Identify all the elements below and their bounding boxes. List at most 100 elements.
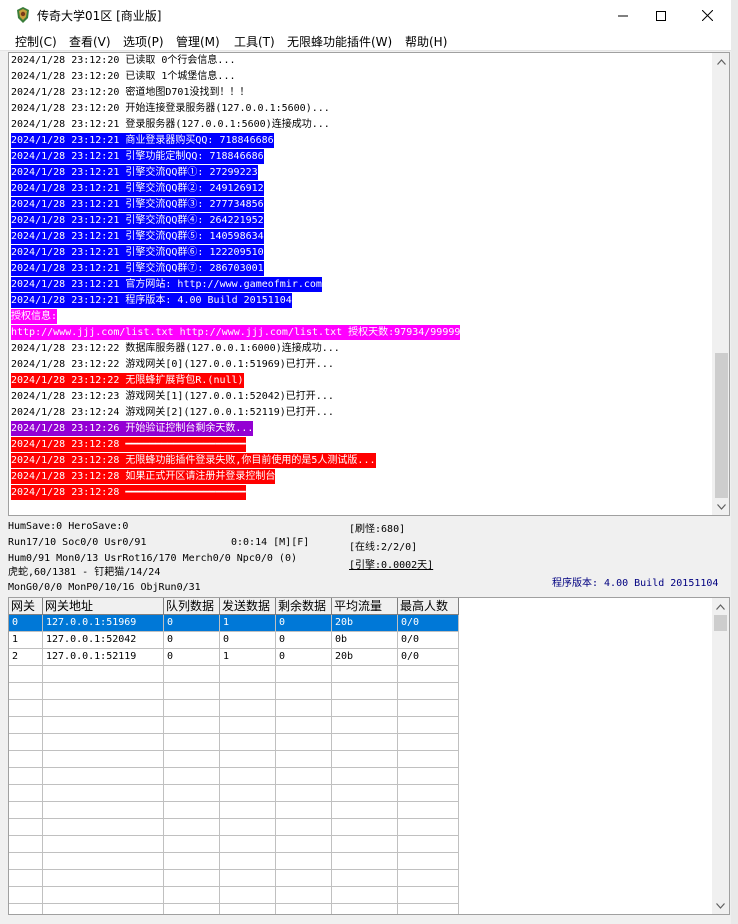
empty-cell [164,666,220,683]
log-line: 2024/1/28 23:12:28 如果正式开区请注册并登录控制台 [11,469,276,484]
table-cell[interactable]: 2 [9,649,43,666]
empty-cell [43,768,164,785]
close-icon [701,10,713,21]
empty-cell [398,853,459,870]
empty-cell [43,785,164,802]
empty-cell [9,683,43,700]
empty-cell [276,785,332,802]
table-cell[interactable]: 127.0.0.1:52042 [43,632,164,649]
table-cell[interactable]: 0 [220,632,276,649]
menu-manage[interactable]: 管理(M) [176,33,220,50]
log-line: 授权信息: [11,309,58,324]
empty-cell [276,819,332,836]
log-line: 2024/1/28 23:12:28 ━━━━━━━━━━━━━━━━━━━━ [11,437,246,452]
empty-cell [43,870,164,887]
chevron-down-icon [716,902,725,909]
table-cell[interactable]: 0 [276,649,332,666]
table-cell[interactable]: 0 [276,615,332,632]
log-line: 2024/1/28 23:12:21 引擎交流QQ群①: 27299223 [11,165,258,180]
log-line: 2024/1/28 23:12:21 引擎交流QQ群②: 249126912 [11,181,264,196]
empty-cell [43,904,164,914]
table-cell[interactable]: 0 [164,649,220,666]
empty-cell [332,870,398,887]
title-bar[interactable]: 传奇大学01区 [商业版] [0,0,738,31]
scroll-up-arrow[interactable] [713,53,729,70]
empty-cell [220,683,276,700]
table-cell[interactable]: 20b [332,649,398,666]
empty-cell [398,666,459,683]
empty-cell [220,853,276,870]
table-scroll-up-arrow[interactable] [712,598,729,615]
empty-cell [43,751,164,768]
program-version: 程序版本: 4.00 Build 20151104 [552,578,719,589]
uptime-timer: 0:0:14 [M][F] [231,537,310,548]
empty-cell [164,734,220,751]
log-line: http://www.jjj.com/list.txt http://www.j… [11,325,461,340]
table-cell[interactable]: 0b [332,632,398,649]
table-cell[interactable]: 0/0 [398,632,459,649]
empty-cell [276,683,332,700]
menu-control[interactable]: 控制(C) [15,33,57,50]
log-line: 2024/1/28 23:12:21 程序版本: 4.00 Build 2015… [11,293,292,308]
chevron-up-icon [717,58,726,65]
table-scroll-down-arrow[interactable] [712,897,729,914]
empty-cell [398,904,459,914]
empty-cell [43,717,164,734]
menu-plugin[interactable]: 无限蜂功能插件(W) [287,33,392,50]
menu-view[interactable]: 查看(V) [69,33,111,50]
refresh-monster-count: [刷怪:680] [349,524,406,535]
empty-cell [276,666,332,683]
table-cell[interactable]: 1 [220,649,276,666]
status-panel: HumSave:0 HeroSave:0 Run17/10 Soc0/0 Usr… [0,517,738,597]
empty-cell [398,836,459,853]
table-cell[interactable]: 127.0.0.1:51969 [43,615,164,632]
scroll-down-arrow[interactable] [713,498,729,515]
empty-cell [398,700,459,717]
empty-cell [220,802,276,819]
table-cell[interactable]: 0 [276,632,332,649]
header-col-queue[interactable]: 队列数据 [164,598,220,615]
empty-cell [9,785,43,802]
empty-cell [332,700,398,717]
table-cell[interactable]: 0/0 [398,615,459,632]
save-status: HumSave:0 HeroSave:0 [8,521,129,532]
table-cell[interactable]: 0 [9,615,43,632]
engine-days: [引擎:0.0002天] [349,560,434,571]
empty-cell [332,853,398,870]
table-scrollbar[interactable] [712,598,729,914]
log-line: 2024/1/28 23:12:21 引擎交流QQ群③: 277734856 [11,197,264,212]
empty-cell [164,870,220,887]
header-col-max-users[interactable]: 最高人数 [398,598,459,615]
log-panel[interactable]: 2024/1/28 23:12:20 已读取 0个行会信息... 2024/1/2… [8,52,730,516]
header-col-avg-flow[interactable]: 平均流量 [332,598,398,615]
header-col-sent[interactable]: 发送数据 [220,598,276,615]
table-cell[interactable]: 127.0.0.1:52119 [43,649,164,666]
object-status: Hum0/91 Mon0/13 UsrRot16/170 Merch0/0 Np… [8,553,297,564]
log-scroll-thumb[interactable] [715,353,728,498]
empty-cell [9,904,43,914]
log-scrollbar[interactable] [712,53,729,515]
table-cell[interactable]: 0/0 [398,649,459,666]
empty-cell [398,819,459,836]
close-button[interactable] [684,0,730,31]
header-col-remaining[interactable]: 剩余数据 [276,598,332,615]
table-cell[interactable]: 1 [9,632,43,649]
header-col-address[interactable]: 网关地址 [43,598,164,615]
table-scroll-thumb[interactable] [714,615,727,631]
empty-cell [276,836,332,853]
gateway-table[interactable]: 网关 网关地址 队列数据 发送数据 剩余数据 平均流量 最高人数 0 127.0.0.1:519… [8,597,730,915]
log-line: 2024/1/28 23:12:21 引擎交流QQ群⑥: 122209510 [11,245,264,260]
menu-tools[interactable]: 工具(T) [234,33,275,50]
header-col-gateway[interactable]: 网关 [9,598,43,615]
log-line: 2024/1/28 23:12:28 ━━━━━━━━━━━━━━━━━━━━ [11,485,246,500]
table-cell[interactable]: 1 [220,615,276,632]
maximize-button[interactable] [638,0,684,31]
table-cell[interactable]: 0 [164,632,220,649]
menu-help[interactable]: 帮助(H) [405,33,447,50]
empty-cell [220,904,276,914]
table-cell[interactable]: 20b [332,615,398,632]
table-cell[interactable]: 0 [164,615,220,632]
empty-cell [43,802,164,819]
menu-options[interactable]: 选项(P) [123,33,164,50]
empty-cell [9,819,43,836]
